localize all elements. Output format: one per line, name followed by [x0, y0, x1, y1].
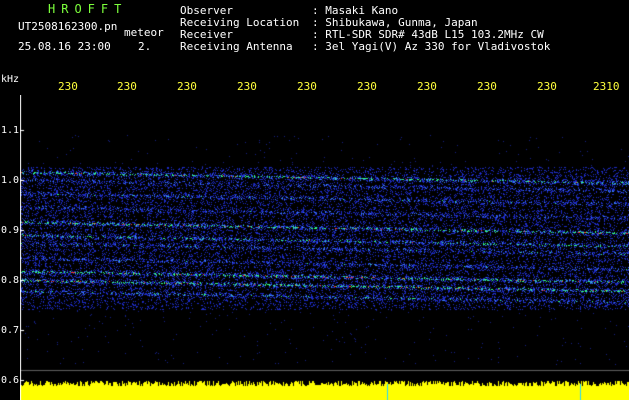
mode-label: meteor — [124, 26, 164, 39]
time-tick-label: 230 — [537, 80, 557, 93]
antenna-label: Receiving Antenna — [180, 40, 293, 53]
time-tick-label: 230 — [237, 80, 257, 93]
page-indicator: 2. — [138, 40, 152, 53]
antenna-value: : 3el Yagi(V) Az 330 for Vladivostok — [312, 40, 551, 53]
spectrogram-plot — [20, 95, 629, 400]
freq-tick-label: 1.0 — [1, 175, 20, 186]
time-tick-label: 230 — [357, 80, 377, 93]
freq-tick-label: 0.6 — [1, 375, 20, 386]
freq-tick-label: 0.8 — [1, 275, 20, 286]
freq-tick-label: 1.1 — [1, 125, 20, 136]
file-name: UT2508162300.pn — [18, 20, 118, 33]
brand-title: HROFFT — [48, 2, 128, 16]
freq-tick-label: 0.9 — [1, 225, 20, 236]
date-time: 25.08.16 23:00 — [18, 40, 111, 53]
time-tick-label: 230 — [477, 80, 497, 93]
time-tick-label: 2310 — [593, 80, 620, 93]
time-tick-label: 230 — [297, 80, 317, 93]
axis-unit-label: kHz — [1, 74, 20, 85]
time-tick-label: 230 — [177, 80, 197, 93]
time-tick-label: 230 — [58, 80, 78, 93]
freq-tick-label: 0.7 — [1, 325, 20, 336]
time-tick-label: 230 — [417, 80, 437, 93]
time-tick-label: 230 — [117, 80, 137, 93]
